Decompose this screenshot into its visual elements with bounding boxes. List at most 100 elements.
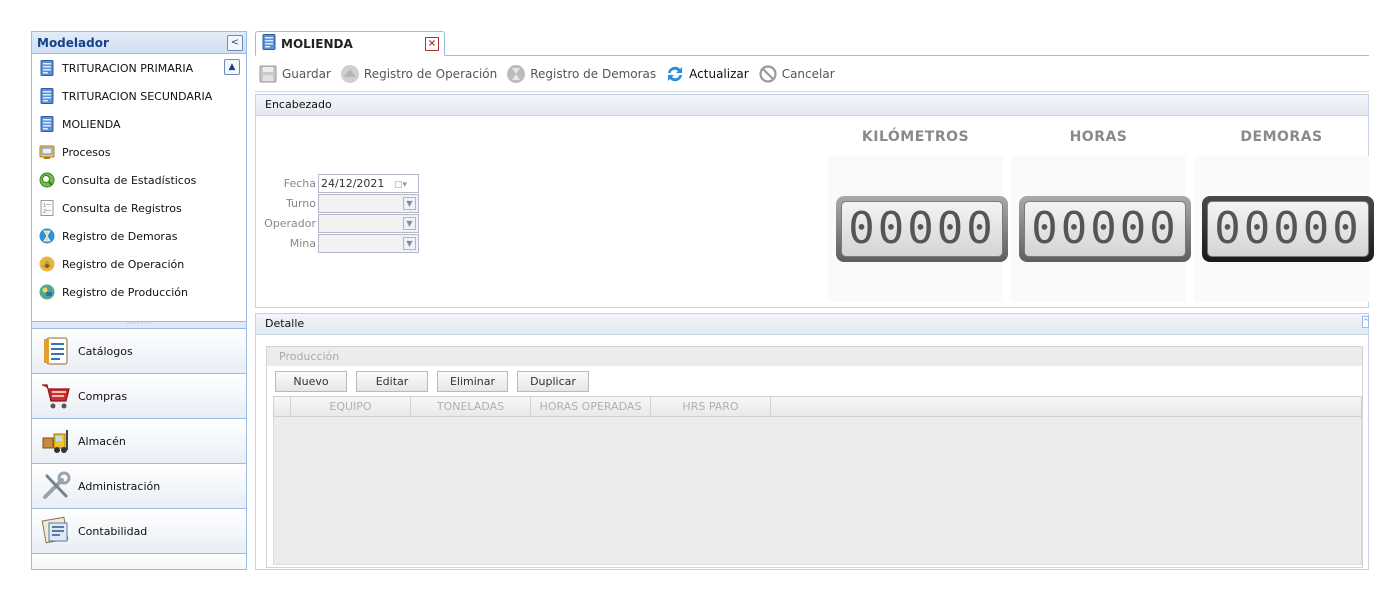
guardar-label: Guardar — [282, 66, 331, 81]
catalog-icon — [40, 335, 72, 367]
row-selector-header[interactable] — [274, 397, 291, 416]
sidebar-group-label: Administración — [78, 479, 161, 493]
duplicar-button[interactable]: Duplicar — [517, 370, 589, 392]
collapse-icon[interactable]: ^ — [1362, 316, 1369, 328]
column-header-toneladas[interactable]: TONELADAS — [411, 397, 531, 416]
counter-display: 00000 — [836, 196, 1008, 262]
operador-row: Operador ▼ — [256, 213, 426, 233]
sidebar-item-label: Consulta de Estadísticos — [62, 173, 197, 187]
sidebar-item-trituracion-secundaria[interactable]: TRITURACION SECUNDARIA — [32, 82, 246, 110]
operador-combo[interactable]: ▼ — [318, 213, 419, 233]
registro-demoras-label: Registro de Demoras — [530, 66, 657, 81]
sidebar-group-catalogos[interactable]: Catálogos — [32, 329, 246, 374]
encabezado-title: Encabezado — [256, 95, 1368, 116]
tab-label: MOLIENDA — [281, 36, 353, 51]
nuevo-button[interactable]: Nuevo — [275, 370, 347, 392]
guardar-button[interactable]: Guardar — [258, 64, 331, 84]
sidebar-item-procesos[interactable]: Procesos — [32, 138, 246, 166]
chevron-down-icon[interactable]: ▼ — [403, 236, 416, 250]
sidebar-item-molienda[interactable]: MOLIENDA — [32, 110, 246, 138]
chevron-down-icon[interactable]: ▼ — [403, 196, 416, 210]
registro-demoras-button[interactable]: Registro de Demoras — [506, 64, 656, 84]
sidebar-item-trituracion-primaria[interactable]: TRITURACION PRIMARIA — [32, 54, 246, 82]
counter-value: 00000 — [1214, 203, 1362, 254]
document-icon — [39, 88, 55, 104]
cancel-icon — [758, 64, 778, 84]
fecha-value: 24/12/2021 — [321, 176, 385, 190]
produccion-panel: Producción Nuevo Editar Eliminar Duplica… — [266, 346, 1363, 568]
sidebar-group-label: Contabilidad — [78, 524, 148, 538]
detalle-title: Detalle — [256, 314, 1368, 335]
counter-value: 00000 — [1031, 203, 1179, 254]
sidebar-item-registro-operacion[interactable]: Registro de Operación — [32, 250, 246, 278]
records-icon: 12 — [39, 200, 55, 216]
counter-title: HORAS — [1069, 129, 1128, 145]
counters-area: KILÓMETROS 00000 HORAS 00000 DEMORAS 000… — [828, 116, 1374, 308]
sidebar-group-almacen[interactable]: Almacén — [32, 419, 246, 464]
produccion-toolbar: Nuevo Editar Eliminar Duplicar — [267, 366, 1362, 396]
actualizar-button[interactable]: Actualizar — [665, 64, 749, 84]
mina-row: Mina ▼ — [256, 233, 426, 253]
sidebar-item-label: TRITURACION PRIMARIA — [62, 61, 194, 75]
column-header-hrs-paro[interactable]: HRS PARO — [651, 397, 771, 416]
process-icon — [39, 144, 55, 160]
mina-combo[interactable]: ▼ — [318, 233, 419, 253]
sidebar-item-label: TRITURACION SECUNDARIA — [62, 89, 213, 103]
produccion-title: Producción — [267, 347, 1362, 366]
sidebar-header: Modelador < — [32, 32, 246, 54]
sidebar-item-consulta-estadisticos[interactable]: Consulta de Estadísticos — [32, 166, 246, 194]
sidebar-group-contabilidad[interactable]: Contabilidad — [32, 509, 246, 554]
chevron-up-icon[interactable]: ▲ — [224, 59, 240, 75]
sidebar-item-label: Procesos — [62, 145, 111, 159]
tools-icon — [40, 470, 72, 502]
fecha-label: Fecha — [283, 176, 316, 190]
sidebar-item-label: Registro de Operación — [62, 257, 185, 271]
mina-label: Mina — [289, 236, 316, 250]
sidebar-item-label: Registro de Producción — [62, 285, 189, 299]
counter-value: 00000 — [848, 203, 996, 254]
produccion-grid-body[interactable] — [273, 417, 1362, 565]
sidebar-item-registro-produccion[interactable]: Registro de Producción — [32, 278, 246, 306]
kilometros-counter: KILÓMETROS 00000 — [828, 116, 1008, 302]
produccion-grid-header: EQUIPO TONELADAS HORAS OPERADAS HRS PARO — [273, 396, 1362, 417]
sidebar-title: Modelador — [37, 35, 109, 50]
turno-row: Turno ▼ — [256, 193, 426, 213]
sidebar-item-list: ▲ TRITURACION PRIMARIA TRITURACION SECUN… — [32, 54, 246, 321]
counter-face: 00000 — [1207, 201, 1369, 257]
hourglass-icon — [39, 228, 55, 244]
cancelar-button[interactable]: Cancelar — [758, 64, 835, 84]
sidebar-group-administracion[interactable]: Administración — [32, 464, 246, 509]
sidebar-splitter[interactable]: ······· — [32, 320, 246, 329]
turno-combo[interactable]: ▼ — [318, 193, 419, 213]
sidebar-item-label: MOLIENDA — [62, 117, 121, 131]
registro-operacion-button[interactable]: Registro de Operación — [340, 64, 497, 84]
main-content: MOLIENDA × Guardar Registro de Operación… — [255, 31, 1374, 570]
counter-title: KILÓMETROS — [861, 129, 970, 145]
tab-strip: MOLIENDA × — [255, 31, 1369, 56]
calendar-icon[interactable]: ▢▾ — [394, 177, 416, 190]
sidebar-group-compras[interactable]: Compras — [32, 374, 246, 419]
counter-display: 00000 — [1202, 196, 1374, 262]
sidebar-group-partial[interactable] — [32, 554, 246, 569]
sidebar-group-label: Almacén — [78, 434, 126, 448]
close-icon[interactable]: × — [425, 36, 439, 51]
column-header-horas-operadas[interactable]: HORAS OPERADAS — [531, 397, 651, 416]
tab-molienda[interactable]: MOLIENDA × — [255, 31, 445, 56]
editar-button[interactable]: Editar — [356, 370, 428, 392]
operation-icon — [340, 64, 360, 84]
counter-face: 00000 — [841, 201, 1003, 257]
fecha-field[interactable]: 24/12/2021 ▢▾ — [318, 173, 419, 193]
sidebar-collapse-button[interactable]: < — [227, 34, 243, 51]
column-header-equipo[interactable]: EQUIPO — [291, 397, 411, 416]
sidebar-item-registro-demoras[interactable]: Registro de Demoras — [32, 222, 246, 250]
document-icon — [39, 116, 55, 132]
chevron-down-icon[interactable]: ▼ — [403, 216, 416, 230]
eliminar-button[interactable]: Eliminar — [437, 370, 508, 392]
svg-text:2: 2 — [43, 209, 46, 215]
demoras-counter: DEMORAS 00000 — [1194, 116, 1374, 302]
operador-label: Operador — [264, 216, 316, 230]
hourglass-icon — [506, 64, 526, 84]
production-icon — [39, 284, 55, 300]
turno-label: Turno — [285, 196, 316, 210]
sidebar-item-consulta-registros[interactable]: 12 Consulta de Registros — [32, 194, 246, 222]
